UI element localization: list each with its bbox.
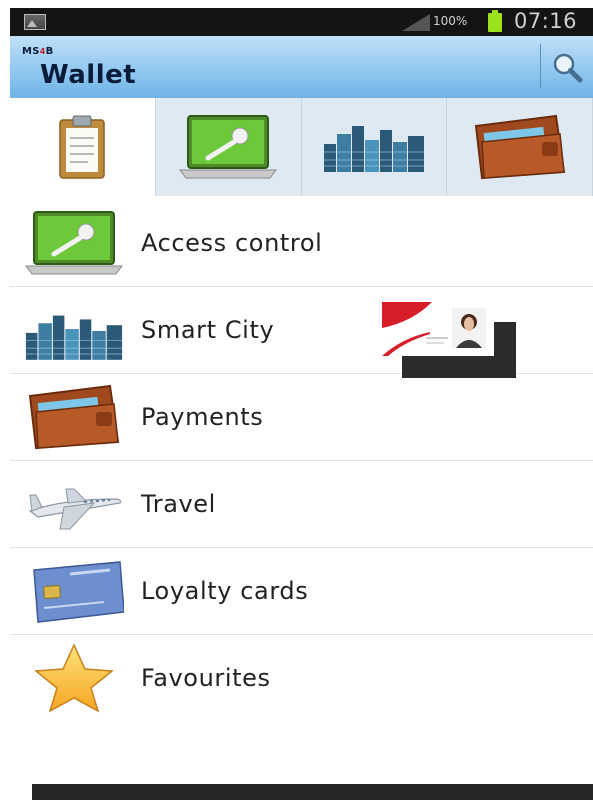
signal-strength-icon [402,14,430,31]
category-list: Access control Smart City Payments Trave… [10,200,593,721]
clipboard-icon [59,115,106,179]
app-title: Wallet [40,60,137,90]
status-bar: 100% 07:16 [10,8,593,36]
gallery-notification-icon [24,14,46,30]
list-item-payments[interactable]: Payments [10,374,593,461]
header-divider [540,44,541,88]
id-card-thumbnail[interactable] [382,302,494,356]
laptop-key-icon [25,211,123,275]
tab-payments[interactable] [447,98,593,196]
tab-access-control[interactable] [155,98,302,196]
laptop-key-icon [179,115,278,179]
search-button[interactable] [547,48,587,88]
city-skyline-icon [25,315,123,360]
id-card-graphic [382,302,494,356]
list-item-label: Access control [141,229,323,257]
tab-overview[interactable] [10,98,156,196]
list-item-loyalty-cards[interactable]: Loyalty cards [10,548,593,635]
battery-percentage: 100% [433,14,468,28]
app-bar: MS4B Wallet [10,36,593,100]
brand-suffix: B [45,46,54,57]
star-icon [34,643,114,713]
wallet-icon [474,114,565,180]
battery-icon [488,10,502,32]
category-tabs [10,98,593,196]
brand-logo: MS4B [22,46,54,57]
magnifier-icon [553,53,583,83]
brand-prefix: MS [22,46,40,57]
list-item-favourites[interactable]: Favourites [10,635,593,721]
airplane-icon [28,488,122,530]
bottom-bar [32,784,593,800]
list-item-access-control[interactable]: Access control [10,200,593,287]
city-skyline-icon [323,126,424,172]
list-item-label: Favourites [141,664,271,692]
list-item-label: Smart City [141,316,275,344]
list-item-label: Payments [141,403,264,431]
tab-smart-city[interactable] [301,98,448,196]
list-item-travel[interactable]: Travel [10,461,593,548]
list-item-label: Travel [141,490,216,518]
loyalty-card-icon [33,561,124,623]
list-item-label: Loyalty cards [141,577,309,605]
status-clock: 07:16 [514,9,578,33]
wallet-icon [28,384,120,450]
